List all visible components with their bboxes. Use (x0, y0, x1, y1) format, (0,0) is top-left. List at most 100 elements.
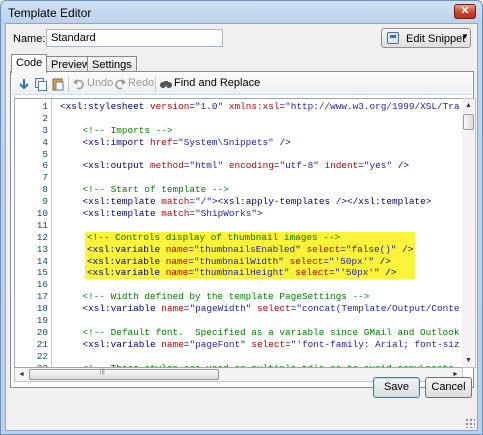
line-number: 4 (42, 136, 48, 148)
code-line[interactable]: 19 (15, 315, 462, 327)
code-token: <xsl:variable (60, 338, 162, 350)
line-number: 3 (42, 124, 48, 136)
code-text: <xsl:output method="html" encoding="utf-… (60, 160, 409, 172)
code-line[interactable]: 14 <xsl:variable name="thumbnailWidth" se… (15, 255, 462, 268)
line-number: 7 (42, 172, 48, 184)
save-button[interactable]: Save (373, 377, 420, 398)
code-text: <xsl:stylesheet version="1.0" xmlns:xsl=… (60, 101, 460, 113)
code-token: <xsl:import (60, 136, 151, 148)
scroll-left-icon[interactable]: ◄ (15, 368, 28, 381)
code-token: > (256, 208, 263, 220)
edit-snippet-label: Edit Snippet (406, 33, 466, 45)
find-replace-button[interactable]: Find and Replace (174, 77, 260, 89)
paste-icon[interactable] (51, 77, 65, 91)
code-token: "false()" (345, 243, 397, 255)
undo-button[interactable]: Undo (87, 77, 113, 89)
code-line[interactable]: 8 <!-- Start of template --> (15, 184, 462, 196)
code-token: /> (392, 160, 409, 172)
tab-code[interactable]: Code (11, 54, 48, 73)
name-label: Name: (13, 33, 46, 45)
code-token: /> (379, 267, 397, 279)
resize-grip[interactable] (465, 418, 475, 428)
line-number: 20 (36, 326, 48, 338)
line-number: 16 (36, 279, 48, 291)
code-text: <!-- Width defined by the template PageS… (60, 291, 370, 303)
code-token: select (256, 303, 291, 315)
code-token: name (165, 267, 189, 279)
code-line[interactable]: 3 <!-- Imports --> (15, 124, 462, 137)
code-token: "utf-8" (279, 160, 319, 172)
code-text: <xsl:template match="ShipWorks"> (60, 208, 263, 220)
code-token: <xsl:template (60, 196, 162, 208)
highlighted-code-text: <xsl:variable name="thumbnailWidth" sele… (85, 255, 415, 268)
tab-settings[interactable]: Settings (87, 56, 137, 72)
code-line[interactable]: 21 <xsl:variable name="pageFont" select=… (15, 338, 462, 351)
code-line[interactable]: 5 (15, 148, 462, 161)
code-line[interactable]: 16 (15, 279, 462, 291)
line-number: 2 (42, 112, 48, 124)
code-token: <xsl:variable (60, 303, 162, 315)
code-token: "System\Snippets" (178, 136, 274, 148)
scroll-down-icon[interactable]: ▼ (462, 354, 475, 367)
title-bar[interactable]: Template Editor ✕ (1, 1, 482, 23)
code-token: select (289, 255, 324, 267)
code-token: "concat(Template/Output/Conte (296, 303, 460, 315)
code-line[interactable]: 11 (15, 220, 462, 232)
line-number: 22 (36, 350, 48, 362)
scroll-grip: ||| (100, 369, 105, 375)
toolbar-separator (155, 77, 156, 92)
code-text: <!-- Start of template --> (60, 184, 229, 196)
highlighted-code-text: <!-- Controls display of thumbnail image… (85, 231, 415, 244)
line-number: 1 (42, 101, 48, 112)
code-token: href (150, 136, 173, 148)
code-text: <!-- Default font. Specified as a variab… (60, 327, 460, 339)
code-line[interactable]: 2 (15, 112, 462, 125)
code-token: "yes" (363, 160, 393, 172)
code-token: "html" (189, 160, 224, 172)
line-number: 8 (42, 184, 48, 196)
code-line[interactable]: 9 <xsl:template match="/"><xsl:apply-tem… (15, 196, 462, 208)
code-token: <xsl:variable (87, 255, 166, 267)
code-line[interactable]: 15 <xsl:variable name="thumbnailHeight" s… (15, 267, 462, 280)
code-token: <xsl:template (60, 208, 162, 220)
vertical-scrollbar[interactable]: ▲ ▼ (462, 98, 476, 368)
code-editor[interactable]: 1 <xsl:stylesheet version="1.0" xmlns:xsl… (14, 98, 463, 368)
code-line[interactable]: 4 <xsl:import href="System\Snippets" /> (15, 136, 462, 149)
line-number: 5 (42, 148, 48, 160)
code-line[interactable]: 1 <xsl:stylesheet version="1.0" xmlns:xsl… (15, 101, 462, 113)
redo-button[interactable]: Redo (128, 77, 154, 89)
code-token: select (251, 338, 286, 350)
code-token: ><xsl:apply-templates /></xsl:template> (211, 196, 432, 208)
code-token: /> (374, 255, 391, 267)
code-line[interactable]: 18 <xsl:variable name="pageWidth" select… (15, 303, 462, 315)
insert-field-icon[interactable] (17, 77, 31, 91)
code-line[interactable]: 13 <xsl:variable name="thumbnailsEnabled"… (15, 243, 462, 256)
code-token: match (161, 196, 190, 208)
line-number: 6 (42, 160, 48, 172)
code-line[interactable]: 7 (15, 172, 462, 184)
code-line[interactable]: 10 <xsl:template match="ShipWorks"> (15, 208, 462, 220)
vertical-scroll-thumb[interactable] (463, 114, 474, 130)
editor-toolbar: Undo Redo Find and Replace (12, 73, 472, 95)
code-line[interactable]: 12 <!-- Controls display of thumbnail ima… (15, 231, 462, 244)
cancel-button[interactable]: Cancel (425, 377, 472, 398)
code-token: "'50px'" (328, 255, 374, 267)
code-text: <xsl:variable name="pageWidth" select="c… (60, 303, 460, 315)
code-line[interactable]: 17 <!-- Width defined by the template Pa… (15, 291, 462, 303)
scroll-up-icon[interactable]: ▲ (462, 99, 475, 112)
line-number: 14 (36, 255, 48, 267)
horizontal-scroll-thumb[interactable] (29, 369, 219, 380)
code-line[interactable]: 6 <xsl:output method="html" encoding="ut… (15, 160, 462, 172)
code-token: <!-- Imports --> (60, 124, 173, 136)
edit-snippet-button[interactable]: Edit Snippet ▼ (381, 28, 471, 48)
line-number: 13 (36, 243, 48, 255)
copy-icon[interactable] (34, 77, 48, 91)
close-button[interactable]: ✕ (454, 4, 476, 19)
code-token: "ShipWorks" (195, 208, 257, 220)
code-token: name (165, 243, 189, 255)
code-line[interactable]: 20 <!-- Default font. Specified as a var… (15, 326, 462, 339)
code-line[interactable]: 22 (15, 350, 462, 363)
name-input[interactable]: Standard (46, 29, 223, 47)
code-token: select (295, 267, 329, 279)
dropdown-arrow-icon: ▼ (461, 32, 469, 41)
